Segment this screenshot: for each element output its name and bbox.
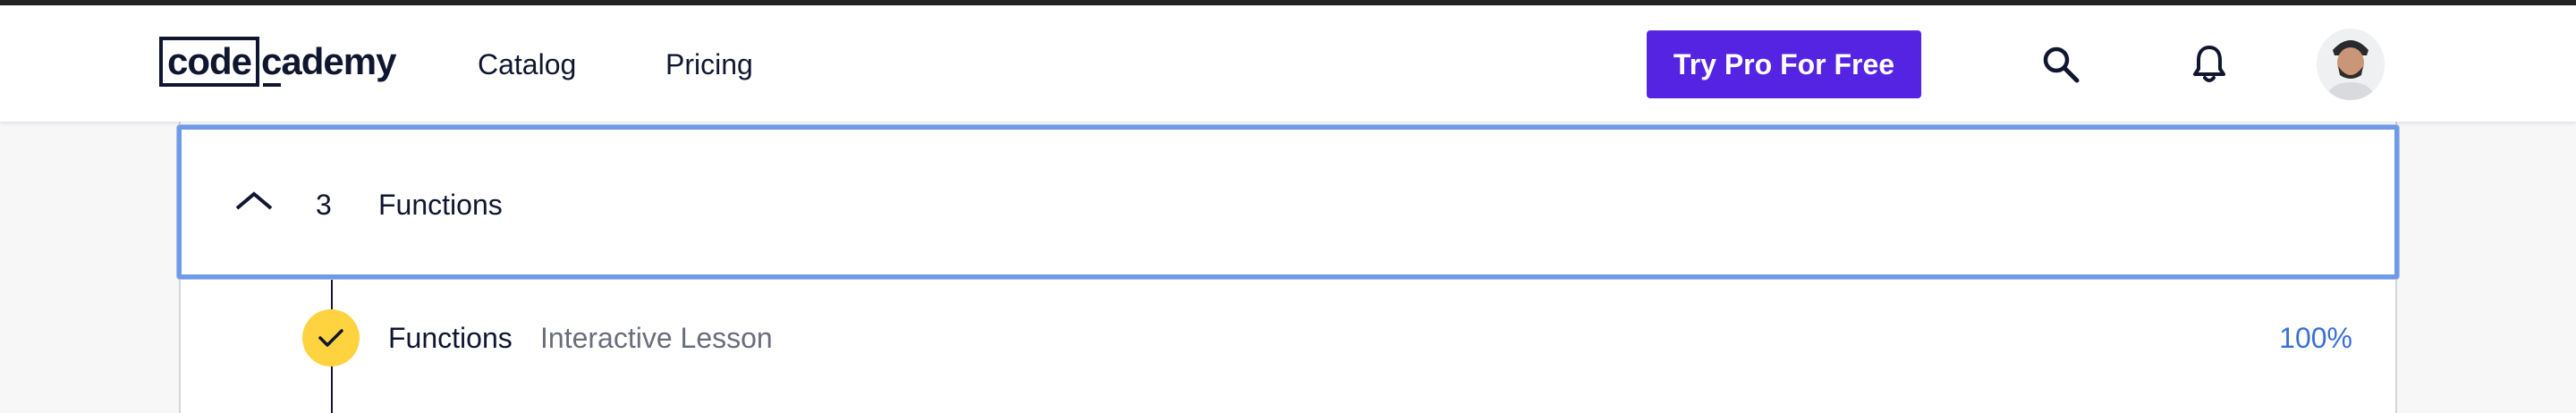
try-pro-button[interactable]: Try Pro For Free — [1647, 30, 1921, 98]
completed-badge — [302, 309, 360, 367]
lesson-title-link[interactable]: Functions — [388, 322, 513, 354]
module-header[interactable]: 3 Functions — [177, 125, 2399, 279]
lesson-type: Interactive Lesson — [540, 322, 773, 354]
logo-box-text: code — [159, 37, 260, 87]
codecademy-logo[interactable]: code cademy — [159, 35, 396, 88]
checkmark-icon — [318, 329, 343, 347]
site-header: code cademy Catalog Pricing Try Pro For … — [0, 5, 2576, 122]
logo-rest-label: cademy — [261, 40, 396, 82]
nav-catalog-link[interactable]: Catalog — [478, 48, 576, 80]
logo-underscore — [263, 83, 282, 87]
search-icon — [2043, 46, 2080, 83]
logo-rest-text: cademy — [261, 40, 396, 87]
bell-icon — [2193, 46, 2225, 82]
chevron-up-icon[interactable] — [233, 189, 275, 212]
nav-pricing-link[interactable]: Pricing — [665, 48, 753, 80]
notifications-button[interactable] — [2186, 41, 2233, 88]
avatar-image — [2317, 29, 2385, 100]
user-avatar[interactable] — [2317, 29, 2385, 100]
module-number: 3 — [316, 189, 332, 221]
module-title: Functions — [378, 189, 503, 221]
search-button[interactable] — [2038, 41, 2084, 88]
lesson-progress: 100% — [2279, 322, 2352, 354]
